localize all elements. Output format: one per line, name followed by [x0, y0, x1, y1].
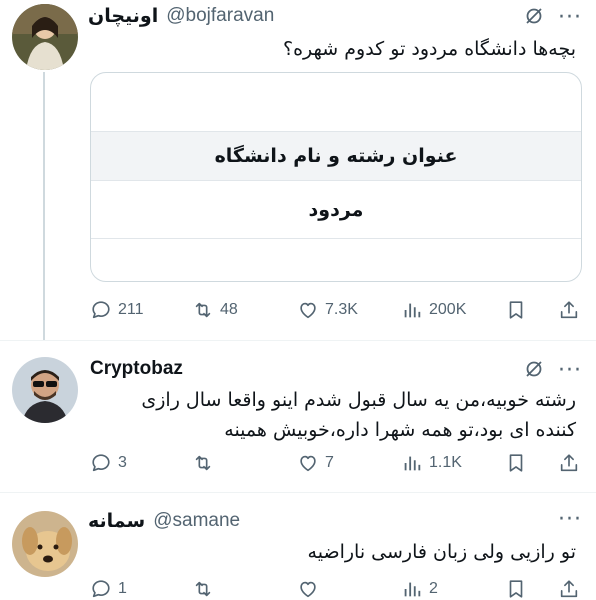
- views-count: 200K: [429, 301, 467, 318]
- like-button[interactable]: [297, 575, 325, 600]
- avatar[interactable]: [12, 511, 78, 577]
- tweet-top-icons: ···: [524, 359, 582, 383]
- tweet-text: رشته خوبیه،من یه سال قبول شدم اینو واقعا…: [141, 389, 576, 441]
- bookmark-icon: [509, 454, 523, 472]
- display-name[interactable]: سمانه: [88, 510, 145, 532]
- tweet-text: بچه‌ها دانشگاه مردود تو کدوم شهره؟: [283, 38, 576, 60]
- retweet-icon: [195, 581, 211, 597]
- like-icon: [300, 581, 316, 598]
- card-row: مردود: [91, 181, 581, 239]
- tweet-top-icons: ···: [558, 509, 582, 531]
- views-button[interactable]: 200K: [401, 296, 466, 324]
- like-count: 7.3K: [325, 301, 358, 318]
- reply-button[interactable]: 1: [90, 575, 127, 600]
- retweet-button[interactable]: [192, 575, 220, 600]
- like-count: 7: [325, 454, 334, 471]
- card-header: عنوان رشته و نام دانشگاه: [91, 131, 581, 181]
- more-icon[interactable]: ···: [558, 7, 582, 29]
- action-bar: 3 7 1.1K: [90, 449, 584, 477]
- display-name[interactable]: اونیچان: [88, 5, 158, 27]
- grok-icon[interactable]: [524, 359, 544, 383]
- share-icon: [560, 454, 578, 472]
- bookmark-icon: [509, 301, 523, 319]
- reply-count: 1: [118, 580, 127, 597]
- avatar[interactable]: [12, 4, 78, 70]
- share-icon: [560, 301, 578, 319]
- retweet-icon: [195, 455, 211, 471]
- tweet[interactable]: سمانه @samane ··· تو رازیی ولی زبان فارس…: [0, 493, 596, 600]
- author-row: سمانه @samane: [88, 507, 240, 535]
- reply-icon: [92, 580, 110, 598]
- share-button[interactable]: [558, 449, 580, 477]
- reply-button[interactable]: 211: [90, 296, 144, 324]
- handle[interactable]: @samane: [153, 510, 240, 532]
- bookmark-button[interactable]: [505, 575, 527, 600]
- retweet-button[interactable]: 48: [192, 296, 238, 324]
- like-button[interactable]: 7: [297, 449, 334, 477]
- like-button[interactable]: 7.3K: [297, 296, 358, 324]
- tweet[interactable]: Cryptobaz ··· رشته خوبیه،من یه سال قبول …: [0, 341, 596, 492]
- bookmark-button[interactable]: [505, 449, 527, 477]
- share-button[interactable]: [558, 296, 580, 324]
- author-row: اونیچان @bojfaravan: [88, 2, 274, 30]
- reply-button[interactable]: 3: [90, 449, 127, 477]
- action-bar: 1 2: [90, 575, 584, 600]
- more-icon[interactable]: ···: [558, 360, 582, 382]
- display-name[interactable]: Cryptobaz: [90, 358, 183, 380]
- more-icon[interactable]: ···: [558, 509, 582, 531]
- views-button[interactable]: 2: [401, 575, 438, 600]
- table-card[interactable]: عنوان رشته و نام دانشگاه مردود: [90, 72, 582, 282]
- author-row: Cryptobaz: [90, 355, 183, 383]
- retweet-icon: [195, 302, 211, 318]
- views-icon: [404, 456, 421, 471]
- share-icon: [560, 580, 578, 598]
- action-bar: 211 48 7.3K 200K: [90, 296, 584, 324]
- like-icon: [300, 302, 316, 319]
- retweet-button[interactable]: [192, 449, 220, 477]
- retweet-count: 48: [220, 301, 238, 318]
- avatar[interactable]: [12, 357, 78, 423]
- views-icon: [404, 582, 421, 597]
- bookmark-button[interactable]: [505, 296, 527, 324]
- handle[interactable]: @bojfaravan: [166, 5, 274, 27]
- tweet-top-icons: ···: [524, 6, 582, 30]
- reply-icon: [92, 301, 110, 319]
- views-icon: [404, 303, 421, 318]
- reply-count: 3: [118, 454, 127, 471]
- bookmark-icon: [509, 580, 523, 598]
- tweet-text: تو رازیی ولی زبان فارسی ناراضیه: [307, 541, 576, 563]
- reply-count: 211: [118, 301, 144, 318]
- views-count: 2: [429, 580, 438, 597]
- grok-icon[interactable]: [524, 6, 544, 30]
- reply-icon: [92, 454, 110, 472]
- views-count: 1.1K: [429, 454, 462, 471]
- tweet[interactable]: اونیچان @bojfaravan ··· بچه‌ها دانشگاه م…: [0, 0, 596, 340]
- like-icon: [300, 455, 316, 472]
- views-button[interactable]: 1.1K: [401, 449, 462, 477]
- share-button[interactable]: [558, 575, 580, 600]
